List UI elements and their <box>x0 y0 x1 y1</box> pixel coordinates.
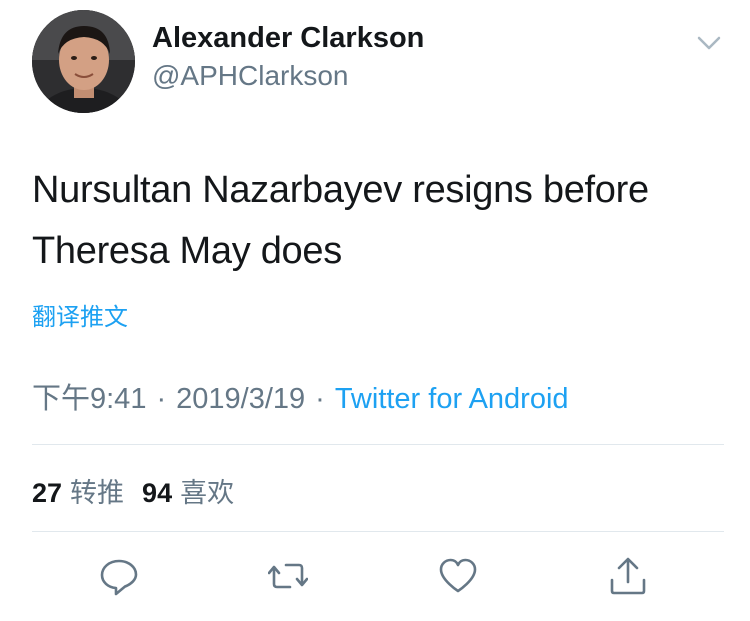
tweet-source-link[interactable]: Twitter for Android <box>335 383 569 415</box>
retweet-icon[interactable] <box>268 556 308 596</box>
avatar[interactable] <box>32 10 135 113</box>
reply-icon[interactable] <box>99 556 139 596</box>
share-icon[interactable] <box>608 556 648 596</box>
tweet-text: Nursultan Nazarbayev resigns before Ther… <box>32 169 649 272</box>
separator-dot: · <box>156 383 167 415</box>
author-display-name[interactable]: Alexander Clarkson <box>152 22 424 55</box>
tweet-metadata: 下午9:41 · 2019/3/19 · Twitter for Android <box>32 375 569 417</box>
translate-tweet-link[interactable]: 翻译推文 <box>32 297 128 332</box>
divider <box>32 531 724 532</box>
chevron-down-icon[interactable] <box>694 30 724 56</box>
retweets-count: 27 <box>32 478 63 508</box>
retweets-stat[interactable]: 27 转推 <box>32 478 124 508</box>
author-handle[interactable]: @APHClarkson <box>152 60 348 92</box>
likes-count: 94 <box>142 478 173 508</box>
likes-stat[interactable]: 94 喜欢 <box>142 478 234 508</box>
divider <box>32 444 724 445</box>
retweets-label: 转推 <box>70 478 125 508</box>
user-avatar-photo <box>32 10 135 113</box>
like-icon[interactable] <box>438 556 478 596</box>
likes-label: 喜欢 <box>180 478 235 508</box>
tweet-time: 下午9:41 <box>32 383 147 415</box>
separator-dot: · <box>315 383 325 415</box>
tweet-stats: 27 转推 94 喜欢 <box>32 471 234 510</box>
tweet-date: 2019/3/19 <box>176 383 306 415</box>
